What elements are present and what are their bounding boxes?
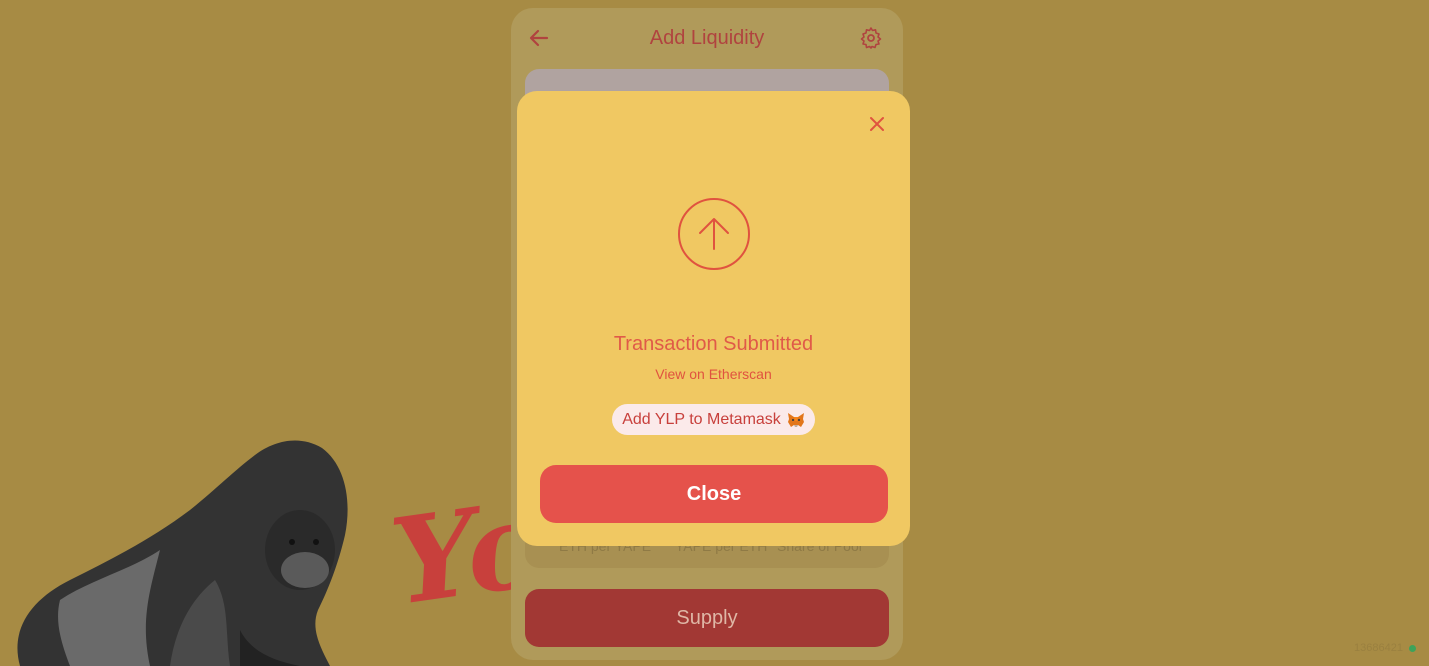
card-header: Add Liquidity <box>511 8 903 68</box>
add-to-metamask-label: Add YLP to Metamask <box>622 410 781 428</box>
gorilla-illustration <box>17 440 348 666</box>
gear-icon[interactable] <box>859 26 883 50</box>
close-icon[interactable] <box>868 115 886 133</box>
arrow-up-circle-icon <box>678 198 750 270</box>
add-to-metamask-button[interactable]: Add YLP to Metamask <box>612 404 815 435</box>
transaction-submitted-modal: Transaction Submitted View on Etherscan … <box>517 91 910 546</box>
network-status-dot <box>1409 645 1416 652</box>
view-on-etherscan-link[interactable]: View on Etherscan <box>517 366 910 382</box>
metamask-fox-icon <box>787 412 804 427</box>
page-title: Add Liquidity <box>649 27 765 49</box>
block-number[interactable]: 13686421 <box>1354 642 1403 654</box>
supply-button[interactable]: Supply <box>525 589 889 647</box>
close-button[interactable]: Close <box>540 465 888 523</box>
modal-title: Transaction Submitted <box>613 333 814 355</box>
